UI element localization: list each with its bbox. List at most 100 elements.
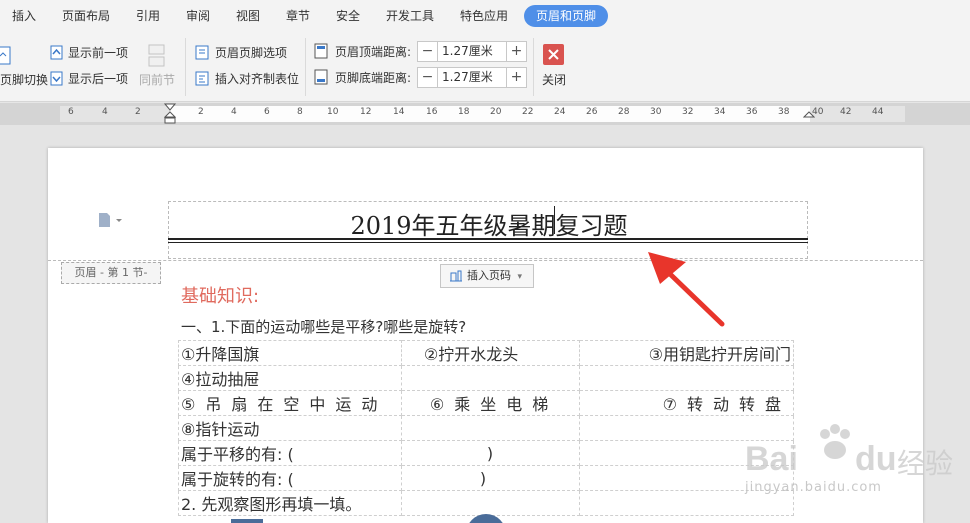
tab-header-footer[interactable]: 页眉和页脚: [524, 5, 609, 27]
increment-button[interactable]: +: [506, 42, 526, 61]
show-next-icon: [50, 71, 63, 86]
header-footer-options-icon: [195, 45, 209, 60]
tab-developer[interactable]: 开发工具: [386, 5, 434, 27]
watermark-brand: Bai: [745, 440, 798, 478]
close-button[interactable]: 关闭: [542, 70, 566, 90]
close-icon[interactable]: [543, 44, 564, 65]
header-footer-options-button[interactable]: 页眉页脚选项: [215, 43, 287, 63]
menu-bar: 插入 页面布局 引用 审阅 视图 章节 安全 开发工具 特色应用 页眉和页脚: [0, 0, 970, 32]
ruler-number: 4: [231, 107, 237, 117]
ruler-number: 42: [840, 107, 852, 117]
header-top-distance-label: 页眉顶端距离:: [335, 45, 412, 59]
ruler-number: 20: [490, 107, 502, 117]
watermark-brand-suffix: du: [855, 440, 897, 478]
watermark-url: jingyan.baidu.com: [745, 480, 882, 495]
tab-view[interactable]: 视图: [236, 5, 260, 27]
header-title[interactable]: 2019年五年级暑期复习题: [169, 206, 809, 241]
tab-page-layout[interactable]: 页面布局: [62, 5, 110, 27]
table-cell[interactable]: ⑧指针运动: [178, 415, 402, 441]
header-section-label: 页眉 - 第 1 节-: [61, 262, 161, 284]
tab-security[interactable]: 安全: [336, 5, 360, 27]
table-cell[interactable]: ②拧开水龙头: [400, 340, 580, 366]
table-row: ⑧指针运动: [178, 415, 795, 441]
increment-button[interactable]: +: [506, 68, 526, 87]
table-cell[interactable]: ⑥乘坐电梯: [400, 390, 580, 416]
table-row: ⑤吊扇在空中运动 ⑥乘坐电梯 ⑦转动转盘: [178, 390, 795, 416]
table-cell[interactable]: ④拉动抽屉: [178, 365, 402, 391]
header-footer-switch-icon[interactable]: [0, 46, 12, 66]
ruler-number: 36: [746, 107, 758, 117]
show-next-button[interactable]: 显示后一项: [68, 69, 128, 89]
table-cell[interactable]: 属于旋转的有: (: [178, 465, 402, 491]
table-cell[interactable]: [578, 365, 795, 391]
ribbon-separator: [305, 38, 306, 96]
ruler-number: 4: [102, 107, 108, 117]
ruler-number: 12: [360, 107, 372, 117]
table-cell[interactable]: [400, 490, 580, 516]
header-top-distance-value[interactable]: 1.27厘米: [442, 42, 493, 61]
decrement-button[interactable]: −: [418, 42, 438, 61]
ruler-number: 40: [812, 107, 824, 117]
table-row: ①升降国旗 ②拧开水龙头 ③用钥匙拧开房间门: [178, 340, 795, 366]
table-cell[interactable]: ): [400, 465, 580, 491]
tab-chapter[interactable]: 章节: [286, 5, 310, 27]
header-footer-switch-button[interactable]: 页脚切换: [0, 70, 48, 90]
ruler-number: 6: [264, 107, 270, 117]
table-cell[interactable]: ①升降国旗: [178, 340, 402, 366]
footer-bottom-distance-icon: [314, 69, 328, 85]
header-top-distance-stepper[interactable]: − 1.27厘米 +: [417, 41, 527, 62]
table-cell[interactable]: ③用钥匙拧开房间门: [578, 340, 795, 366]
ribbon-separator: [533, 38, 534, 96]
table-cell[interactable]: 属于平移的有: (: [178, 440, 402, 466]
header-rule-thick: [168, 238, 808, 240]
ruler-number: 24: [554, 107, 566, 117]
tab-insert[interactable]: 插入: [12, 5, 36, 27]
table-cell[interactable]: 2. 先观察图形再填一填。: [178, 490, 402, 516]
ruler-number: 2: [198, 107, 204, 117]
align-tab-icon: [195, 71, 209, 86]
page-number-icon: [450, 270, 462, 282]
table-cell[interactable]: ⑤吊扇在空中运动: [178, 390, 402, 416]
header-top-distance-icon: [314, 43, 328, 59]
ruler-number: 44: [872, 107, 884, 117]
ruler-number: 16: [426, 107, 438, 117]
tab-references[interactable]: 引用: [136, 5, 160, 27]
insert-page-number-label: 插入页码: [467, 269, 511, 282]
table-row: 2. 先观察图形再填一填。: [178, 490, 795, 516]
indent-marker-icon[interactable]: [164, 103, 176, 125]
watermark: Bai du 经验 jingyan.baidu.com: [745, 420, 970, 500]
ruler-margin-right: [810, 106, 905, 122]
tab-review[interactable]: 审阅: [186, 5, 210, 27]
tab-special[interactable]: 特色应用: [460, 5, 508, 27]
ruler-number: 6: [68, 107, 74, 117]
ruler-number: 2: [135, 107, 141, 117]
footer-bottom-distance-value[interactable]: 1.27厘米: [442, 68, 493, 87]
ruler-number: 22: [522, 107, 534, 117]
ruler-number: 34: [714, 107, 726, 117]
ruler-number: 10: [327, 107, 339, 117]
show-previous-button[interactable]: 显示前一项: [68, 43, 128, 63]
insert-page-number-button[interactable]: 插入页码 ▾: [440, 264, 534, 288]
ribbon-separator: [185, 38, 186, 96]
question-table: ①升降国旗 ②拧开水龙头 ③用钥匙拧开房间门 ④拉动抽屉 ⑤吊扇在空中运动 ⑥乘…: [178, 340, 795, 516]
table-cell[interactable]: ⑦转动转盘: [578, 390, 795, 416]
same-as-previous-button[interactable]: 同前节: [139, 70, 175, 90]
ruler-number: 30: [650, 107, 662, 117]
table-cell[interactable]: ): [400, 440, 580, 466]
paw-icon: [820, 424, 850, 459]
insert-align-tab-button[interactable]: 插入对齐制表位: [215, 69, 299, 89]
ruler-number: 32: [682, 107, 694, 117]
footer-bottom-distance-stepper[interactable]: − 1.27厘米 +: [417, 67, 527, 88]
table-cell[interactable]: [400, 365, 580, 391]
footer-bottom-distance-label: 页脚底端距离:: [335, 71, 412, 85]
same-as-previous-icon: [148, 44, 165, 67]
text-cursor: [554, 206, 555, 234]
decrement-button[interactable]: −: [418, 68, 438, 87]
ruler-number: 28: [618, 107, 630, 117]
table-row: 属于旋转的有: ( ): [178, 465, 795, 491]
page-icon[interactable]: [98, 212, 124, 228]
horizontal-ruler[interactable]: 6 4 2 2 4 6 8 10 12 14 16 18 20 22 24 26…: [0, 103, 970, 125]
table-cell[interactable]: [400, 415, 580, 441]
chevron-down-icon: ▾: [517, 272, 523, 282]
ruler-number: 26: [586, 107, 598, 117]
